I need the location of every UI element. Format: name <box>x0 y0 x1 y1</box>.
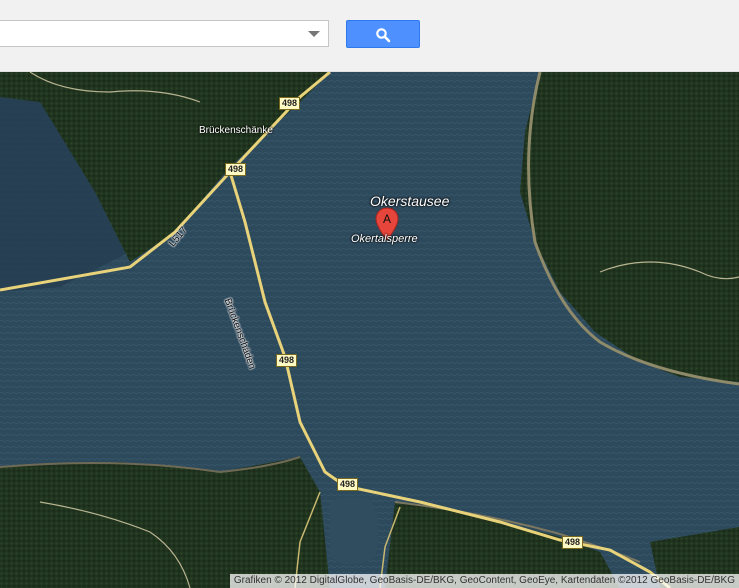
search-icon <box>376 28 391 43</box>
marker-label: Okertalsperre <box>351 233 418 245</box>
road-shield: 498 <box>276 354 298 367</box>
road-shield: 498 <box>337 478 359 491</box>
place-label: Brückenschänke <box>199 125 273 136</box>
search-toolbar <box>0 0 739 72</box>
search-input[interactable] <box>0 21 301 46</box>
road-shield: 498 <box>562 536 584 549</box>
map-copyright: Grafiken © 2012 DigitalGlobe, GeoBasis-D… <box>229 574 739 588</box>
road-shield: 498 <box>225 163 247 176</box>
road-shield: 498 <box>279 97 301 110</box>
satellite-map[interactable]: Okerstausee A Okertalsperre Brückenschän… <box>0 72 739 588</box>
chevron-down-icon[interactable] <box>308 31 320 37</box>
search-field[interactable] <box>0 20 329 47</box>
map-imagery <box>0 72 739 588</box>
marker-letter: A <box>383 212 391 226</box>
search-button[interactable] <box>346 20 420 48</box>
